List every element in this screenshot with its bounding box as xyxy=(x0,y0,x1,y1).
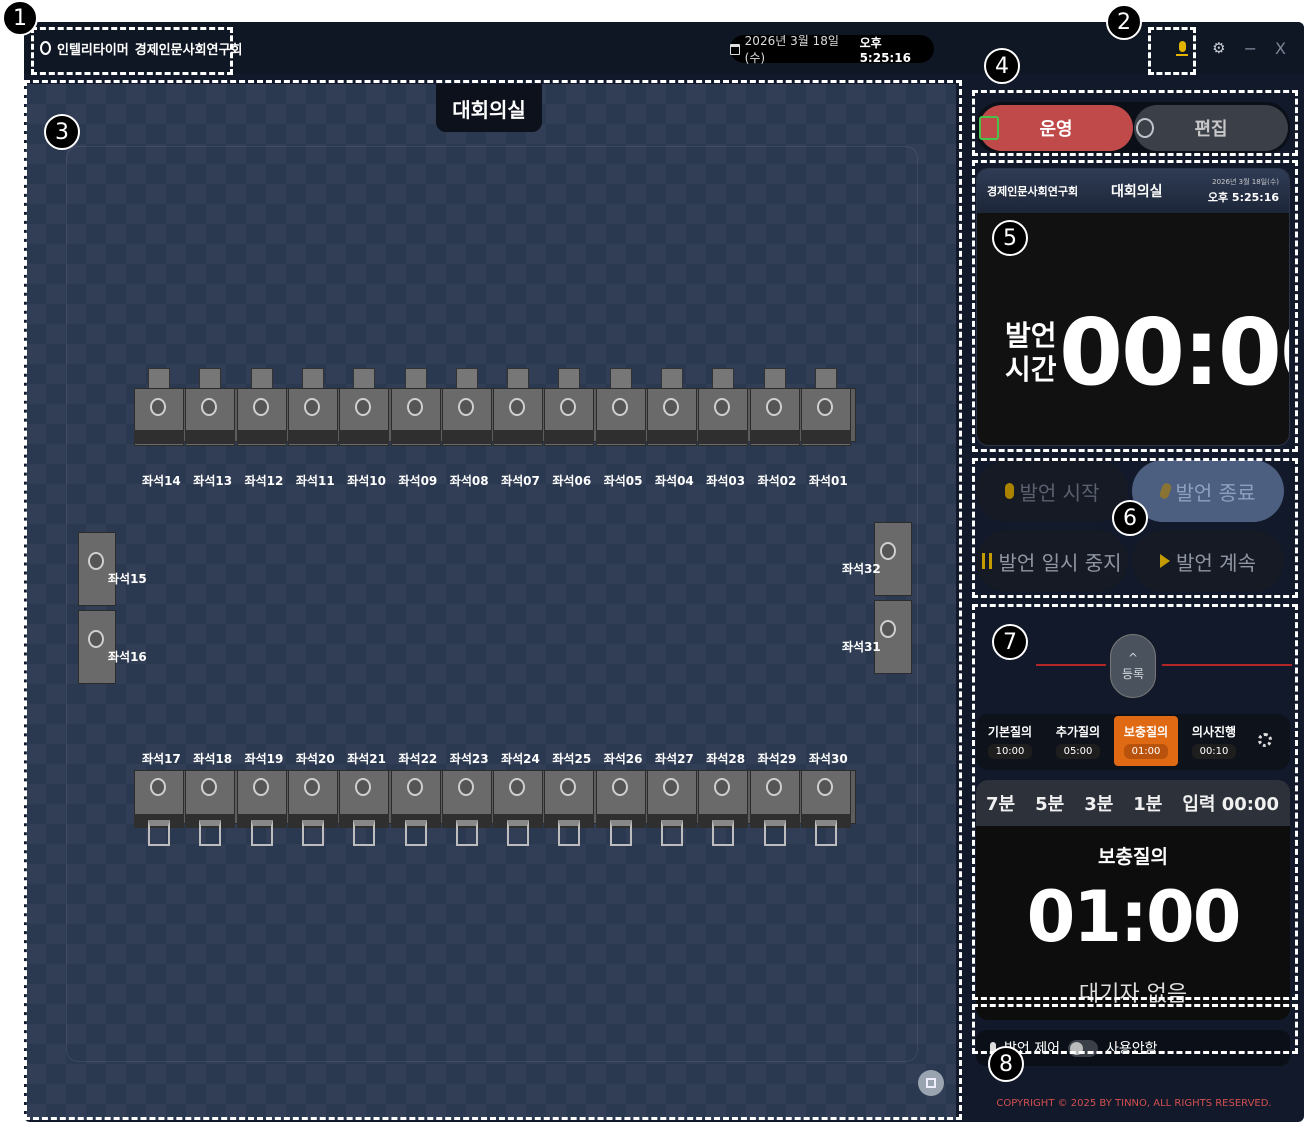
datetime-pill: 2026년 3월 18일(수) 오후 5:25:16 xyxy=(730,34,934,65)
marker-2: 2 xyxy=(1106,4,1142,40)
marker-4: 4 xyxy=(984,48,1020,84)
marker-3: 3 xyxy=(44,114,80,150)
current-time: 오후 5:25:16 xyxy=(859,35,911,65)
annotation-box-5 xyxy=(972,160,1298,452)
annotation-box-2 xyxy=(1148,27,1196,75)
annotation-box-4 xyxy=(972,90,1298,156)
annotation-box-7 xyxy=(972,604,1298,1000)
close-button[interactable]: X xyxy=(1275,39,1286,58)
minimize-button[interactable]: − xyxy=(1244,39,1257,58)
settings-gear-icon[interactable]: ⚙ xyxy=(1212,39,1225,57)
current-date: 2026년 3월 18일(수) xyxy=(744,34,839,65)
annotation-box-3 xyxy=(24,80,962,1120)
annotation-box-1 xyxy=(31,27,233,75)
marker-5: 5 xyxy=(992,220,1028,256)
calendar-icon xyxy=(730,43,740,55)
marker-1: 1 xyxy=(2,0,38,36)
copyright-text: COPYRIGHT © 2025 BY TINNO, ALL RIGHTS RE… xyxy=(996,1098,1272,1109)
annotation-box-8 xyxy=(972,1004,1298,1054)
marker-7: 7 xyxy=(992,624,1028,660)
marker-6: 6 xyxy=(1112,500,1148,536)
marker-8: 8 xyxy=(988,1046,1024,1082)
